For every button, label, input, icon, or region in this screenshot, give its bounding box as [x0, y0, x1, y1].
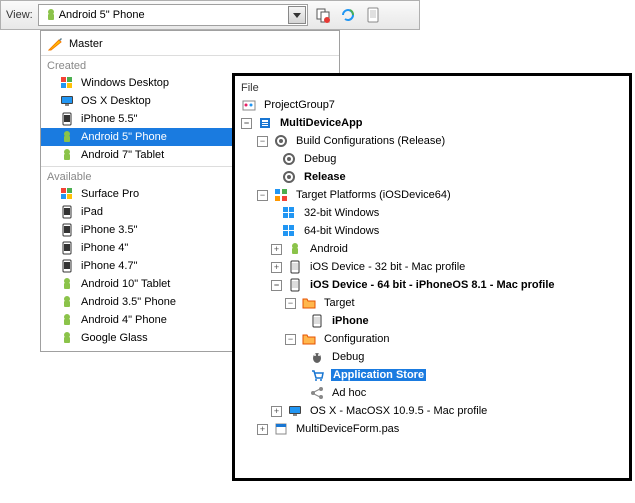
phone-icon [309, 313, 325, 329]
app-node[interactable]: − MultiDeviceApp [241, 114, 623, 132]
windows-icon [281, 223, 297, 239]
dropdown-item-label: Android 4" Phone [81, 314, 167, 326]
dropdown-item-label: iPhone 4.7" [81, 260, 138, 272]
bug-icon [309, 349, 325, 365]
copy-view-button[interactable] [313, 5, 333, 25]
android-icon [59, 312, 75, 328]
form-icon [273, 421, 289, 437]
release-config-node[interactable]: Release [241, 168, 623, 186]
phone-icon [59, 111, 75, 127]
collapse-icon[interactable]: − [257, 136, 268, 147]
android-icon [43, 7, 59, 23]
cart-icon [309, 367, 325, 383]
app-store-node[interactable]: Application Store [241, 366, 623, 384]
view-dropdown[interactable]: Android 5" Phone [38, 4, 308, 26]
view-selected-text: Android 5" Phone [59, 9, 303, 21]
dropdown-item-label: Surface Pro [81, 188, 139, 200]
master-icon [47, 36, 63, 52]
view-toolbar: View: Android 5" Phone [0, 0, 420, 30]
expand-icon[interactable]: + [271, 244, 282, 255]
platforms-icon [273, 187, 289, 203]
folder-icon [301, 331, 317, 347]
iphone-target-node[interactable]: iPhone [241, 312, 623, 330]
android-icon [59, 294, 75, 310]
target-platforms-node[interactable]: − Target Platforms (iOSDevice64) [241, 186, 623, 204]
android-platform-node[interactable]: + Android [241, 240, 623, 258]
android-icon [59, 330, 75, 346]
phone-icon [287, 259, 303, 275]
phone-icon [59, 222, 75, 238]
mac-icon [59, 93, 75, 109]
collapse-icon[interactable]: − [285, 334, 296, 345]
gear-icon [281, 151, 297, 167]
debug-config-node[interactable]: Debug [241, 150, 623, 168]
phone-icon [59, 258, 75, 274]
dropdown-item-label: Windows Desktop [81, 77, 169, 89]
ios64-node[interactable]: − iOS Device - 64 bit - iPhoneOS 8.1 - M… [241, 276, 623, 294]
refresh-view-button[interactable] [338, 5, 358, 25]
collapse-icon[interactable]: − [285, 298, 296, 309]
ios32-node[interactable]: + iOS Device - 32 bit - Mac profile [241, 258, 623, 276]
expand-icon[interactable]: + [271, 262, 282, 273]
dropdown-item-label: Android 10" Tablet [81, 278, 170, 290]
dropdown-item-label: iPad [81, 206, 103, 218]
dropdown-arrow-button[interactable] [288, 6, 306, 24]
android-icon [59, 147, 75, 163]
dropdown-item-master[interactable]: Master [41, 35, 339, 53]
configuration-node[interactable]: − Configuration [241, 330, 623, 348]
adhoc-node[interactable]: Ad hoc [241, 384, 623, 402]
gear-icon [273, 133, 289, 149]
view-label: View: [6, 9, 33, 21]
dropdown-item-label: OS X Desktop [81, 95, 151, 107]
gear-icon [281, 169, 297, 185]
windows-icon [281, 205, 297, 221]
dropdown-item-label: Android 7" Tablet [81, 149, 164, 161]
expand-icon[interactable]: + [257, 424, 268, 435]
project-tree-panel: File ProjectGroup7 − MultiDeviceApp − Bu… [232, 73, 632, 481]
dropdown-item-label: iPhone 5.5" [81, 113, 138, 125]
android-icon [59, 276, 75, 292]
collapse-icon[interactable]: − [257, 190, 268, 201]
master-label: Master [69, 38, 103, 50]
osx-node[interactable]: + OS X - MacOSX 10.9.5 - Mac profile [241, 402, 623, 420]
phone-icon [59, 240, 75, 256]
project-group-node[interactable]: ProjectGroup7 [241, 96, 623, 114]
win64-node[interactable]: 64-bit Windows [241, 222, 623, 240]
file-header: File [241, 80, 623, 96]
device-button[interactable] [363, 5, 383, 25]
dropdown-item-label: Google Glass [81, 332, 148, 344]
dropdown-item-label: Android 3.5" Phone [81, 296, 176, 308]
share-icon [309, 385, 325, 401]
build-config-node[interactable]: − Build Configurations (Release) [241, 132, 623, 150]
android-icon [59, 129, 75, 145]
mac-icon [287, 403, 303, 419]
windows-icon [59, 186, 75, 202]
phone-icon [59, 204, 75, 220]
dropdown-item-label: Android 5" Phone [81, 131, 167, 143]
android-icon [287, 241, 303, 257]
form-file-node[interactable]: + MultiDeviceForm.pas [241, 420, 623, 438]
dropdown-item-label: iPhone 4" [81, 242, 128, 254]
phone-icon [287, 277, 303, 293]
collapse-icon[interactable]: − [271, 280, 282, 291]
app-icon [257, 115, 273, 131]
target-node[interactable]: − Target [241, 294, 623, 312]
section-created: Created [41, 55, 339, 74]
dropdown-item-label: iPhone 3.5" [81, 224, 138, 236]
folder-icon [301, 295, 317, 311]
cfg-debug-node[interactable]: Debug [241, 348, 623, 366]
windows-icon [59, 75, 75, 91]
expand-icon[interactable]: + [271, 406, 282, 417]
project-group-icon [241, 97, 257, 113]
win32-node[interactable]: 32-bit Windows [241, 204, 623, 222]
collapse-icon[interactable]: − [241, 118, 252, 129]
